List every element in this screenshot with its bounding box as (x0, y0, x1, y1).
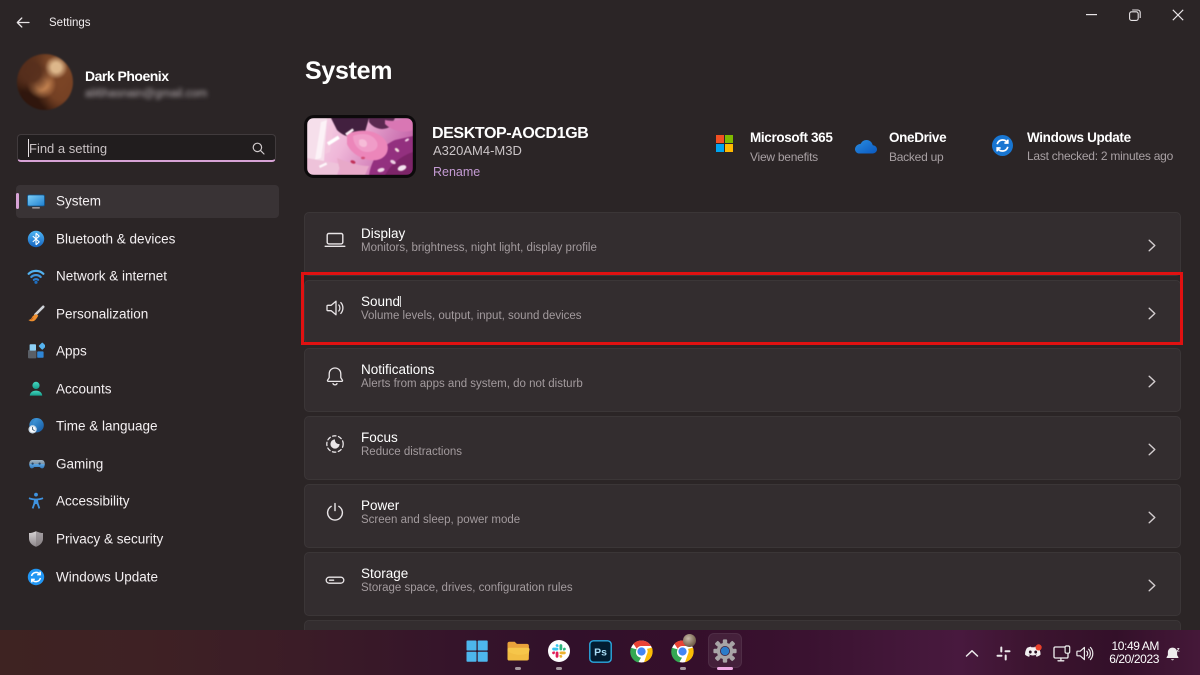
svg-text:z: z (1177, 647, 1180, 654)
svg-text:Ps: Ps (594, 647, 607, 659)
